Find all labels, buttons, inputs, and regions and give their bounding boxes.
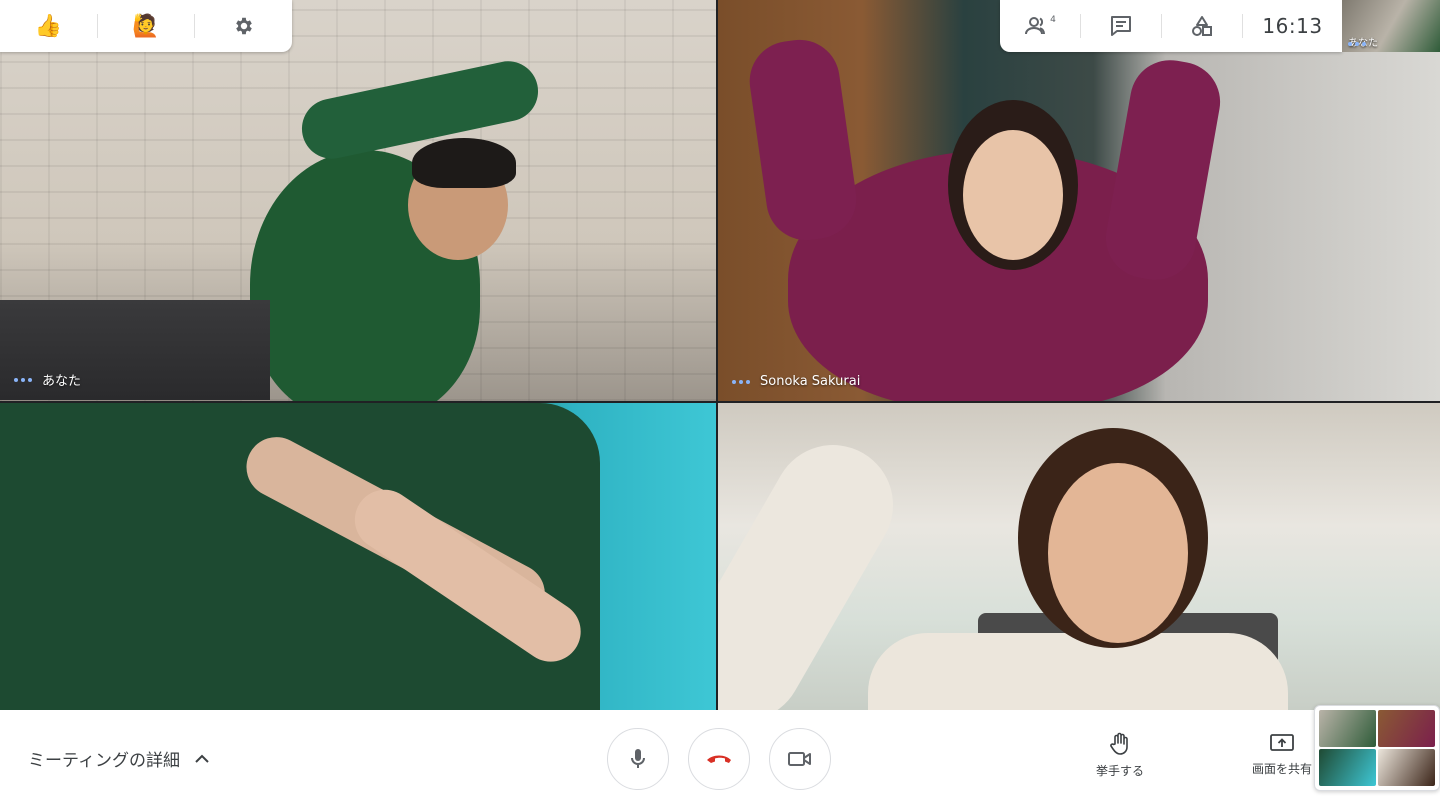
video-feed [718,0,1440,401]
preview-tile [1319,749,1376,786]
raise-hand-label: 挙手する [1096,764,1145,778]
video-grid: あなた Sonoka Sakurai [0,0,1440,710]
hang-up-button[interactable] [688,728,750,790]
camera-button[interactable] [769,728,831,790]
microphone-icon [631,749,645,768]
microphone-button[interactable] [607,728,669,790]
clock: 16:13 [1262,14,1323,38]
participant-tile-self[interactable]: あなた [0,0,718,403]
hang-up-phone-icon [707,755,731,763]
hand-icon [1110,732,1128,755]
call-controls-bar: ミーティングの詳細 挙手する 画面を共有 [0,710,1440,809]
meet-call-window: あなた Sonoka Sakurai 👍 🙋 4 16:13 ミーティングの詳細… [0,0,1440,809]
thumbs-up-icon[interactable]: 👍 [0,0,97,52]
participant-tile-4[interactable] [718,403,1440,710]
video-camera-icon [788,752,811,766]
preview-tile [1319,710,1376,747]
participant-tile-sonoka[interactable]: Sonoka Sakurai [718,0,1440,403]
preview-tile [1378,710,1435,747]
call-info-toolbar: 4 16:13 [1000,0,1342,52]
chat-button[interactable] [1081,0,1161,52]
reactions-toolbar: 👍 🙋 [0,0,292,52]
share-screen-button[interactable]: 画面を共有 [1252,732,1312,777]
raise-hand-button[interactable]: 挙手する [1096,732,1144,779]
self-view-thumbnail[interactable]: あなた [1342,0,1440,52]
participants-button[interactable]: 4 [1000,0,1080,52]
video-feed [0,0,716,401]
activities-button[interactable] [1162,0,1242,52]
gear-icon[interactable] [195,0,292,52]
audio-indicator-icon [732,379,750,384]
grid-layout-preview[interactable] [1314,705,1440,791]
video-feed [718,403,1440,710]
participant-name-tag: あなた [14,370,81,389]
preview-tile [1378,749,1435,786]
shapes-icon [1192,16,1212,36]
raise-hand-person-icon[interactable]: 🙋 [98,0,195,52]
participant-name: Sonoka Sakurai [760,374,861,389]
chevron-up-icon [195,754,209,763]
participants-count: 4 [1050,15,1056,25]
share-screen-label: 画面を共有 [1252,762,1313,776]
gear-icon-glyph [235,17,252,35]
participant-name-tag: Sonoka Sakurai [732,374,860,389]
chat-icon [1111,16,1131,36]
meeting-details-button[interactable]: ミーティングの詳細 [28,746,210,771]
audio-indicator-icon [1348,42,1434,46]
present-screen-icon [1270,734,1294,751]
participant-name: あなた [42,374,82,389]
audio-indicator-icon [14,377,32,382]
video-feed [0,403,716,710]
meeting-details-label: ミーティングの詳細 [28,751,180,771]
participant-tile-3[interactable] [0,403,718,710]
